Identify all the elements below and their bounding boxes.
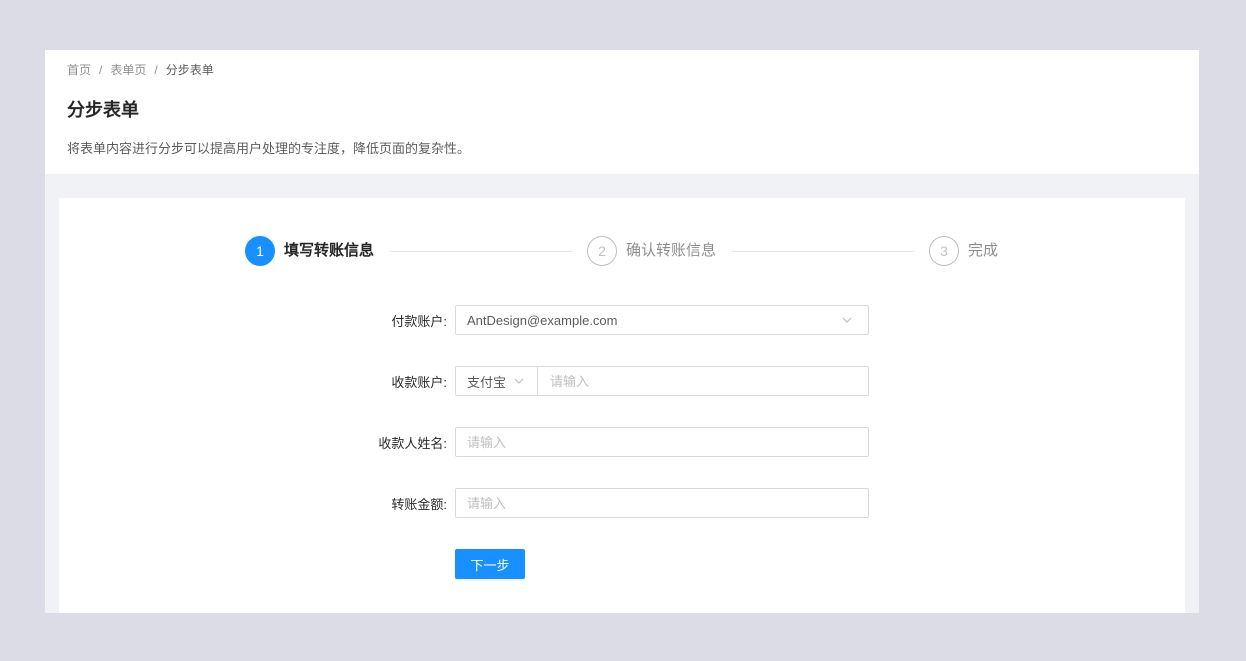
step-title: 确认转账信息 [626, 242, 717, 259]
page-header: 首页 / 表单页 / 分步表单 分步表单 将表单内容进行分步可以提高用户处理的专… [45, 50, 1199, 174]
breadcrumb-home[interactable]: 首页 [67, 60, 91, 80]
breadcrumb-current: 分步表单 [165, 63, 214, 77]
payer-account-select[interactable]: AntDesign@example.com [455, 305, 869, 335]
step-title: 填写转账信息 [284, 242, 375, 259]
payer-account-value: AntDesign@example.com [467, 312, 618, 328]
page-title: 分步表单 [67, 100, 139, 120]
payer-account-label: 付款账户: [391, 313, 447, 329]
payee-name-label: 收款人姓名: [378, 435, 447, 451]
breadcrumb: 首页 / 表单页 / 分步表单 [67, 60, 214, 80]
payment-channel-value: 支付宝 [467, 374, 507, 390]
chevron-down-icon [514, 378, 524, 384]
page-description: 将表单内容进行分步可以提高用户处理的专注度，降低页面的复杂性。 [67, 141, 471, 156]
app-frame: 首页 / 表单页 / 分步表单 分步表单 将表单内容进行分步可以提高用户处理的专… [45, 50, 1199, 613]
breadcrumb-separator: / [154, 63, 158, 77]
chevron-down-icon [842, 317, 852, 323]
step-form-card: 1 填写转账信息 2 确认转账信息 3 完成 付款账户: AntDesign@e… [59, 198, 1185, 613]
payee-account-input[interactable] [538, 367, 868, 395]
step-connector [732, 250, 914, 252]
amount-label: 转账金额: [391, 496, 447, 512]
next-step-button[interactable]: 下一步 [455, 549, 525, 579]
form-row-payee-name: 收款人姓名: [335, 427, 869, 457]
payee-account-input-group: 支付宝 [455, 366, 869, 396]
breadcrumb-separator: / [99, 63, 103, 77]
steps: 1 填写转账信息 2 确认转账信息 3 完成 [245, 236, 998, 266]
form-row-payer-account: 付款账户: AntDesign@example.com [335, 305, 869, 335]
step-number-badge: 2 [587, 236, 617, 266]
form-row-actions: 下一步 [335, 549, 869, 579]
step-confirm-transfer-info: 2 确认转账信息 [587, 236, 929, 266]
step-connector [390, 250, 572, 252]
step-fill-transfer-info: 1 填写转账信息 [245, 236, 587, 266]
breadcrumb-form-page[interactable]: 表单页 [110, 60, 146, 80]
step-number-badge: 3 [929, 236, 959, 266]
payee-account-label: 收款账户: [391, 374, 447, 390]
amount-input[interactable] [455, 488, 869, 518]
transfer-form: 付款账户: AntDesign@example.com 收款账户: 支付宝 请输… [335, 305, 869, 610]
form-row-payee-account: 收款账户: 支付宝 [335, 366, 869, 396]
step-title: 完成 [968, 242, 999, 259]
payment-channel-select[interactable]: 支付宝 [456, 367, 538, 395]
payee-name-input[interactable] [455, 427, 869, 457]
form-row-amount: 转账金额: [335, 488, 869, 518]
step-complete: 3 完成 [929, 236, 998, 266]
step-number-badge: 1 [245, 236, 275, 266]
